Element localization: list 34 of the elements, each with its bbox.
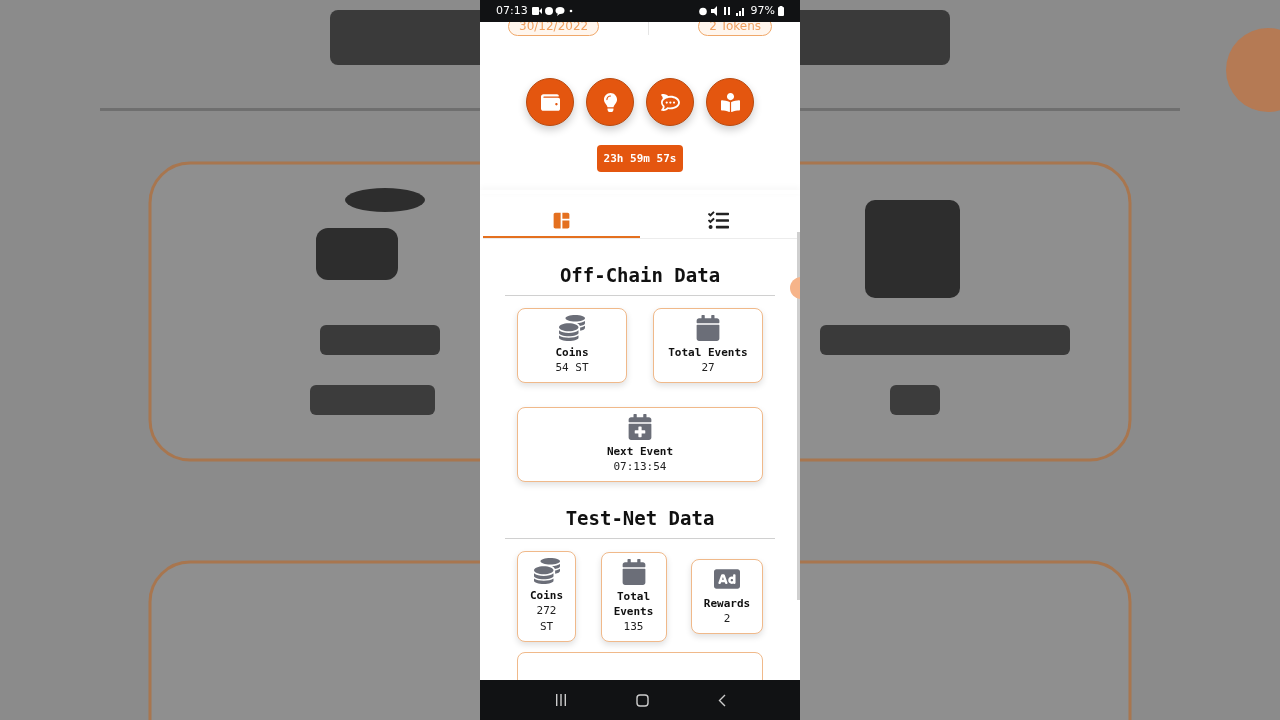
home-icon[interactable]	[635, 693, 649, 707]
stat-label: Coins	[555, 345, 589, 360]
round-action-button[interactable]	[706, 78, 754, 126]
status-time: 07:13	[496, 2, 528, 19]
round-action-button[interactable]	[526, 78, 574, 126]
battery-icon	[778, 6, 784, 16]
wallet-icon	[540, 92, 560, 112]
battery-percentage: 97%	[750, 2, 775, 19]
chat-icon	[660, 92, 680, 112]
stat-value: 27	[701, 360, 715, 376]
coins-icon	[558, 315, 586, 341]
stat-value: 135	[623, 618, 644, 635]
stat-label: Total Events	[612, 588, 655, 619]
stat-label: Coins	[529, 588, 564, 603]
stat-label: Total Events	[668, 345, 748, 360]
back-icon[interactable]	[717, 693, 726, 707]
section-title: Test-Net Data	[565, 506, 715, 530]
coins-icon	[532, 558, 561, 584]
countdown-timer: 23h 59m 57s	[596, 145, 684, 172]
book-reader-icon	[720, 92, 740, 112]
round-action-button[interactable]	[646, 78, 694, 126]
ad-icon	[713, 566, 741, 592]
stat-label: Rewards	[703, 596, 751, 611]
stat-value: 2	[723, 611, 731, 627]
stat-value: 54 ST	[555, 360, 589, 376]
stat-label: Next Event	[606, 444, 674, 459]
round-action-button[interactable]	[586, 78, 634, 126]
stat-value: 07:13:54	[613, 459, 667, 475]
calendar-plus-icon	[626, 414, 654, 440]
recent-apps-icon[interactable]	[554, 694, 567, 706]
section-title: Off-Chain Data	[559, 263, 721, 287]
stat-value: 272 ST	[535, 603, 558, 635]
checklist-icon	[708, 209, 729, 231]
calendar-icon	[694, 315, 722, 341]
